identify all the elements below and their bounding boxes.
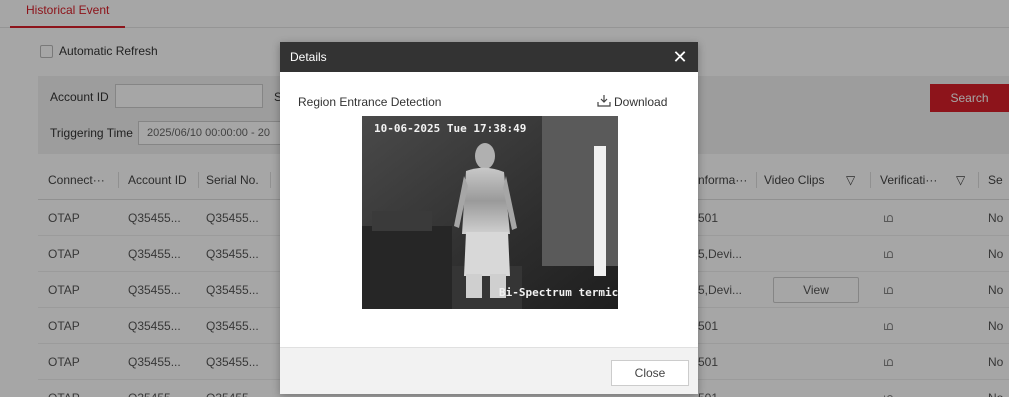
thermal-snapshot: 10-06-2025 Tue 17:38:49 Bi-Spectrum term… bbox=[362, 116, 618, 309]
thermal-image bbox=[362, 116, 618, 309]
close-button[interactable]: Close bbox=[611, 360, 689, 386]
dialog-title: Details bbox=[290, 50, 327, 64]
image-caption: Bi-Spectrum termica bbox=[499, 286, 618, 299]
download-label: Download bbox=[614, 95, 668, 109]
download-button[interactable]: Download bbox=[597, 94, 667, 110]
dialog-header: Details ✕ bbox=[280, 42, 698, 72]
image-timestamp: 10-06-2025 Tue 17:38:49 bbox=[374, 122, 527, 135]
dialog-footer: Close bbox=[280, 347, 698, 394]
download-icon bbox=[597, 94, 611, 110]
close-icon[interactable]: ✕ bbox=[670, 45, 690, 69]
event-name: Region Entrance Detection bbox=[298, 95, 442, 109]
details-dialog: Details ✕ Region Entrance Detection Down… bbox=[280, 42, 698, 394]
